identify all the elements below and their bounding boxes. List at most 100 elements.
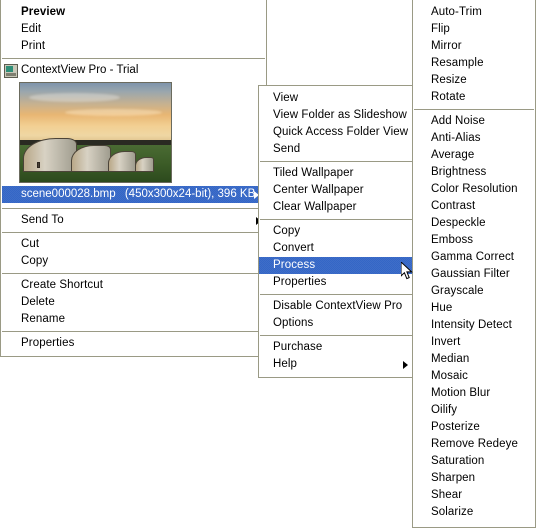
menu-item-hue[interactable]: Hue — [413, 300, 535, 317]
menu-item-clear-wallpaper[interactable]: Clear Wallpaper — [259, 199, 413, 216]
menu-item-resize[interactable]: Resize — [413, 72, 535, 89]
menu-separator — [2, 208, 265, 209]
menu-item-print[interactable]: Print — [1, 38, 266, 55]
thumbnail-boat-shed — [71, 145, 111, 173]
menu-item-grayscale[interactable]: Grayscale — [413, 283, 535, 300]
menu-item-view-folder-as-slideshow[interactable]: View Folder as Slideshow — [259, 107, 413, 124]
menu-item-label: Copy — [21, 255, 49, 267]
menu-item-label: Posterize — [431, 421, 480, 433]
menu-separator — [2, 331, 265, 332]
menu-item-label: ContextView Pro - Trial — [21, 64, 139, 76]
menu-item-remove-redeye[interactable]: Remove Redeye — [413, 436, 535, 453]
menu-item-properties[interactable]: Properties — [259, 274, 413, 291]
thumbnail-boat-shed — [23, 138, 78, 173]
menu-item-label: Motion Blur — [431, 387, 491, 399]
menu-item-properties[interactable]: Properties — [1, 335, 266, 352]
menu-item-send-to[interactable]: Send To — [1, 212, 266, 229]
menu-item-mirror[interactable]: Mirror — [413, 38, 535, 55]
menu-separator — [260, 335, 412, 336]
menu-separator — [260, 294, 412, 295]
menu-item-label: Convert — [273, 242, 314, 254]
menu-item-label: Invert — [431, 336, 461, 348]
explorer-context-menu[interactable]: Preview Edit Print ContextView Pro - Tri… — [0, 0, 267, 357]
menu-item-label: Grayscale — [431, 285, 484, 297]
thumbnail-boat-shed — [134, 157, 155, 173]
menu-item-invert[interactable]: Invert — [413, 334, 535, 351]
menu-item-disable-contextview-pro[interactable]: Disable ContextView Pro — [259, 298, 413, 315]
menu-item-oilify[interactable]: Oilify — [413, 402, 535, 419]
thumbnail-cloud — [65, 108, 162, 116]
process-filters-submenu[interactable]: Auto-Trim Flip Mirror Resample Resize Ro… — [412, 0, 536, 528]
menu-item-add-noise[interactable]: Add Noise — [413, 113, 535, 130]
menu-item-despeckle[interactable]: Despeckle — [413, 215, 535, 232]
menu-item-label: Anti-Alias — [431, 132, 481, 144]
menu-item-purchase[interactable]: Purchase — [259, 339, 413, 356]
menu-item-view[interactable]: View — [259, 90, 413, 107]
menu-item-cut[interactable]: Cut — [1, 236, 266, 253]
menu-item-process[interactable]: Process — [259, 257, 413, 274]
menu-item-create-shortcut[interactable]: Create Shortcut — [1, 277, 266, 294]
menu-item-gamma-correct[interactable]: Gamma Correct — [413, 249, 535, 266]
menu-item-tiled-wallpaper[interactable]: Tiled Wallpaper — [259, 165, 413, 182]
menu-item-label: Intensity Detect — [431, 319, 512, 331]
menu-item-rotate[interactable]: Rotate — [413, 89, 535, 106]
menu-item-label: View Folder as Slideshow — [273, 109, 407, 121]
menu-item-label: Print — [21, 40, 46, 52]
menu-separator — [414, 109, 534, 110]
menu-item-delete[interactable]: Delete — [1, 294, 266, 311]
menu-item-emboss[interactable]: Emboss — [413, 232, 535, 249]
menu-item-auto-trim[interactable]: Auto-Trim — [413, 4, 535, 21]
menu-separator — [2, 58, 265, 59]
menu-item-motion-blur[interactable]: Motion Blur — [413, 385, 535, 402]
contextview-pro-submenu[interactable]: View View Folder as Slideshow Quick Acce… — [258, 85, 414, 378]
menu-item-label: Center Wallpaper — [273, 184, 364, 196]
menu-item-label: Delete — [21, 296, 55, 308]
menu-item-mosaic[interactable]: Mosaic — [413, 368, 535, 385]
menu-item-label: Mirror — [431, 40, 462, 52]
menu-item-preview[interactable]: Preview — [1, 4, 266, 21]
menu-item-label: Properties — [273, 276, 327, 288]
menu-item-label: Color Resolution — [431, 183, 518, 195]
selected-file-row[interactable]: scene000028.bmp (450x300x24-bit), 396 KB — [2, 186, 265, 203]
menu-item-center-wallpaper[interactable]: Center Wallpaper — [259, 182, 413, 199]
menu-item-options[interactable]: Options — [259, 315, 413, 332]
menu-item-shear[interactable]: Shear — [413, 487, 535, 504]
menu-item-label: Edit — [21, 23, 42, 35]
menu-item-label: Brightness — [431, 166, 487, 178]
menu-item-rename[interactable]: Rename — [1, 311, 266, 328]
menu-item-help[interactable]: Help — [259, 356, 413, 373]
thumbnail-boat-shed — [107, 151, 137, 173]
menu-item-solarize[interactable]: Solarize — [413, 504, 535, 521]
menu-item-posterize[interactable]: Posterize — [413, 419, 535, 436]
menu-item-copy[interactable]: Copy — [259, 223, 413, 240]
menu-item-copy[interactable]: Copy — [1, 253, 266, 270]
menu-item-label: Saturation — [431, 455, 485, 467]
menu-item-contrast[interactable]: Contrast — [413, 198, 535, 215]
menu-item-anti-alias[interactable]: Anti-Alias — [413, 130, 535, 147]
menu-item-label: Remove Redeye — [431, 438, 518, 450]
menu-separator — [260, 161, 412, 162]
menu-item-median[interactable]: Median — [413, 351, 535, 368]
menu-item-average[interactable]: Average — [413, 147, 535, 164]
menu-item-contextview-pro-trial[interactable]: ContextView Pro - Trial — [1, 62, 266, 79]
menu-item-color-resolution[interactable]: Color Resolution — [413, 181, 535, 198]
menu-item-label: Help — [273, 358, 298, 370]
menu-item-label: Clear Wallpaper — [273, 201, 357, 213]
menu-item-resample[interactable]: Resample — [413, 55, 535, 72]
menu-item-send[interactable]: Send — [259, 141, 413, 158]
menu-item-convert[interactable]: Convert — [259, 240, 413, 257]
file-name-label: scene000028.bmp — [21, 188, 116, 200]
menu-item-label: Send To — [21, 214, 64, 226]
thumbnail-shed-door — [36, 161, 40, 168]
menu-item-flip[interactable]: Flip — [413, 21, 535, 38]
menu-item-sharpen[interactable]: Sharpen — [413, 470, 535, 487]
menu-item-edit[interactable]: Edit — [1, 21, 266, 38]
menu-item-label: Sharpen — [431, 472, 476, 484]
menu-item-quick-access-folder-view[interactable]: Quick Access Folder View — [259, 124, 413, 141]
menu-item-gaussian-filter[interactable]: Gaussian Filter — [413, 266, 535, 283]
menu-item-saturation[interactable]: Saturation — [413, 453, 535, 470]
menu-item-brightness[interactable]: Brightness — [413, 164, 535, 181]
menu-item-label: Contrast — [431, 200, 476, 212]
menu-item-label: Hue — [431, 302, 453, 314]
menu-item-intensity-detect[interactable]: Intensity Detect — [413, 317, 535, 334]
